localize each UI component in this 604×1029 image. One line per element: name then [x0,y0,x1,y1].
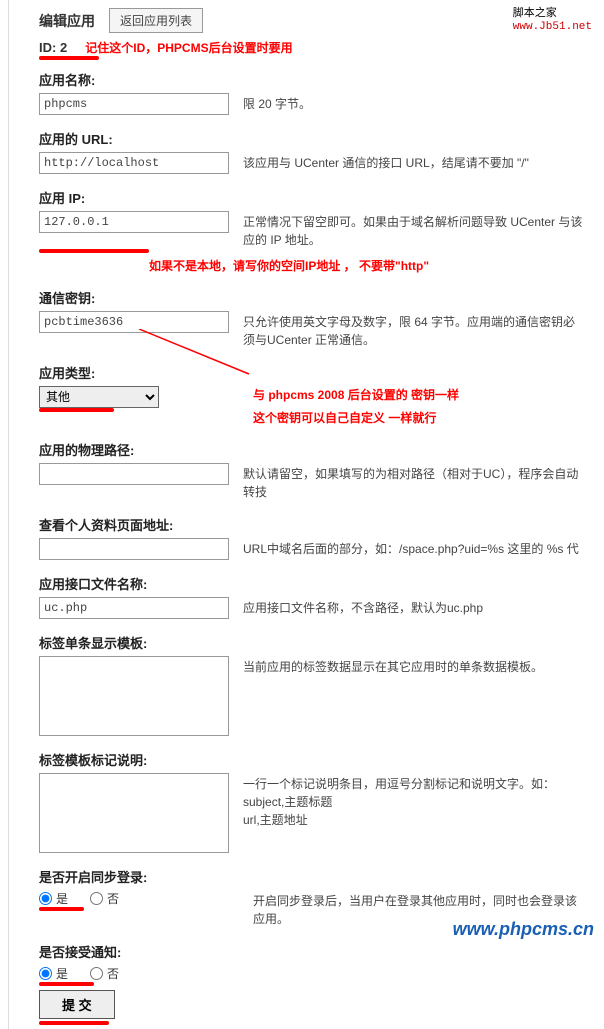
tag-desc-help: 一行一个标记说明条目，用逗号分割标记和说明文字。如： subject,主题标题 … [243,773,584,829]
profile-url-input[interactable] [39,538,229,560]
id-label-row: ID: 2 记住这个ID，PHPCMS后台设置时要用 [39,39,584,56]
app-name-input[interactable] [39,93,229,115]
profile-url-label: 查看个人资料页面地址: [39,515,584,534]
notify-yes-radio[interactable] [39,967,52,980]
sync-login-label: 是否开启同步登录: [39,867,584,886]
recv-notify-yes[interactable]: 是 [39,965,68,982]
secret-note2: 这个密钥可以自己自定义 一样就行 [253,409,584,426]
app-name-help: 限 20 字节。 [243,93,584,113]
tag-tpl-label: 标签单条显示模板: [39,633,584,652]
phys-path-input[interactable] [39,463,229,485]
notify-no-radio[interactable] [90,967,103,980]
tag-tpl-textarea[interactable] [39,656,229,736]
sync-no-radio[interactable] [90,892,103,905]
recv-notify-label: 是否接受通知: [39,942,584,961]
api-file-help: 应用接口文件名称，不含路径，默认为uc.php [243,597,584,617]
app-url-input[interactable] [39,152,229,174]
tag-desc-textarea[interactable] [39,773,229,853]
tag-desc-label: 标签模板标记说明: [39,750,584,769]
app-type-label: 应用类型: [39,363,584,382]
app-name-label: 应用名称: [39,70,584,89]
brand-block: 脚本之家 www.Jb51.net [513,6,592,35]
app-url-help: 该应用与 UCenter 通信的接口 URL，结尾请不要加 "/" [243,152,584,172]
id-label: ID: 2 [39,40,67,55]
tag-tpl-help: 当前应用的标签数据显示在其它应用时的单条数据模板。 [243,656,584,676]
phys-path-help: 默认请留空，如果填写的为相对路径（相对于UC），程序会自动转技 [243,463,584,501]
id-note: 记住这个ID，PHPCMS后台设置时要用 [85,41,292,55]
sync-yes-radio[interactable] [39,892,52,905]
secret-help: 只允许使用英文字母及数字，限 64 字节。应用端的通信密钥必须与UCenter … [243,311,584,349]
footer-url: www.phpcms.cn [453,919,594,940]
api-file-label: 应用接口文件名称: [39,574,584,593]
app-type-select[interactable]: 其他 [39,386,159,408]
sync-login-no[interactable]: 否 [90,890,119,907]
api-file-input[interactable] [39,597,229,619]
phys-path-label: 应用的物理路径: [39,440,584,459]
sync-login-yes[interactable]: 是 [39,890,68,907]
secret-label: 通信密钥: [39,288,584,307]
brand-line2: www.Jb51.net [513,20,592,34]
recv-notify-no[interactable]: 否 [90,965,119,982]
app-url-label: 应用的 URL: [39,129,584,148]
profile-url-help: URL中域名后面的部分，如：/space.php?uid=%s 这里的 %s 代 [243,538,584,558]
page-title: 编辑应用 [39,11,95,31]
app-ip-label: 应用 IP: [39,188,584,207]
submit-button[interactable]: 提 交 [39,990,115,1019]
app-ip-note: 如果不是本地，请写你的空间IP地址 ， 不要带"http" [149,259,429,273]
secret-note1: 与 phpcms 2008 后台设置的 密钥一样 [253,386,584,403]
app-ip-input[interactable] [39,211,229,233]
app-ip-help: 正常情况下留空即可。如果由于域名解析问题导致 UCenter 与该应的 IP 地… [243,211,584,249]
brand-line1: 脚本之家 [513,6,592,20]
back-button[interactable]: 返回应用列表 [109,8,203,33]
secret-input[interactable] [39,311,229,333]
